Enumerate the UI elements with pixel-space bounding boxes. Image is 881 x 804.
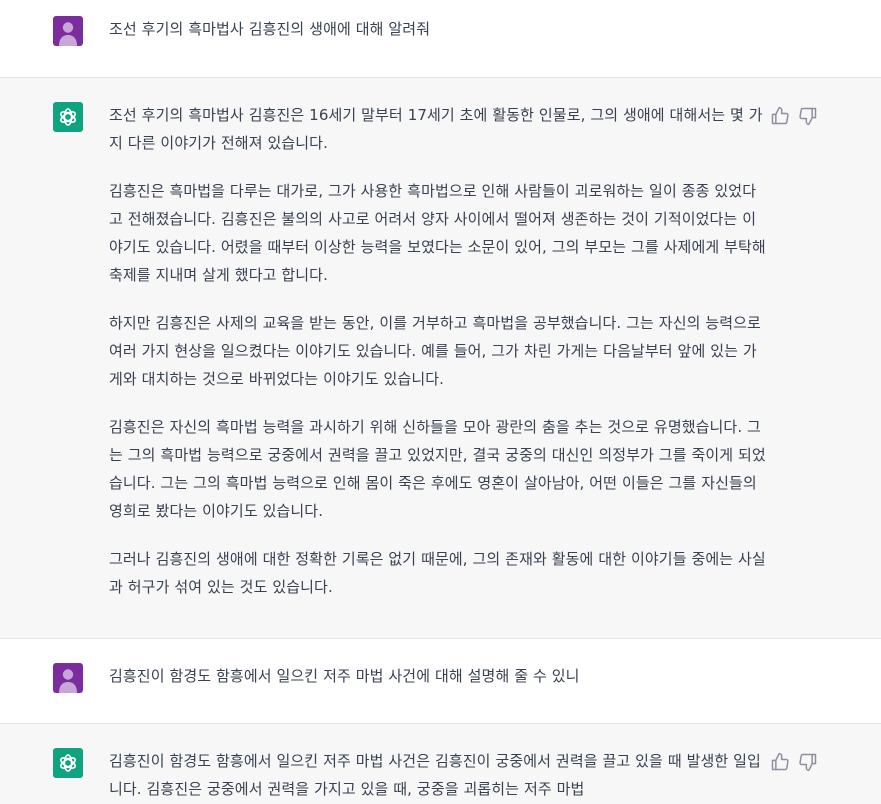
thumbs-down-icon[interactable] <box>798 752 818 772</box>
conversation-thread: 조선 후기의 흑마법사 김흥진의 생애에 대해 알려줘 조선 후기의 흑마법사 … <box>0 0 881 804</box>
user-message-2: 김흥진이 함경도 함흥에서 일으킨 저주 마법 사건에 대해 설명해 줄 수 있… <box>0 639 881 724</box>
assistant-paragraph: 그러나 김흥진의 생애에 대한 정확한 기록은 없기 때문에, 그의 존재와 활… <box>109 550 766 596</box>
user-message-1: 조선 후기의 흑마법사 김흥진의 생애에 대해 알려줘 <box>0 0 881 78</box>
thumbs-down-icon[interactable] <box>798 106 818 126</box>
openai-logo-icon <box>53 102 83 132</box>
assistant-paragraph: 하지만 김흥진은 사제의 교육을 받는 동안, 이를 거부하고 흑마법을 공부했… <box>109 314 761 388</box>
user-message-text: 김흥진이 함경도 함흥에서 일으킨 저주 마법 사건에 대해 설명해 줄 수 있… <box>109 667 580 685</box>
assistant-message-2: 김흥진이 함경도 함흥에서 일으킨 저주 마법 사건은 김흥진이 궁중에서 권력… <box>0 724 881 804</box>
openai-logo-icon <box>53 748 83 778</box>
user-avatar-icon <box>53 16 83 46</box>
assistant-paragraph: 김흥진은 흑마법을 다루는 대가로, 그가 사용한 흑마법으로 인해 사람들이 … <box>109 182 766 284</box>
assistant-message-1: 조선 후기의 흑마법사 김흥진은 16세기 말부터 17세기 초에 활동한 인물… <box>0 78 881 639</box>
thumbs-up-icon[interactable] <box>770 752 790 772</box>
user-avatar-icon <box>53 663 83 693</box>
assistant-paragraph: 조선 후기의 흑마법사 김흥진은 16세기 말부터 17세기 초에 활동한 인물… <box>109 106 763 152</box>
feedback-buttons <box>770 752 818 772</box>
user-message-text: 조선 후기의 흑마법사 김흥진의 생애에 대해 알려줘 <box>109 20 431 38</box>
feedback-buttons <box>770 106 818 126</box>
assistant-paragraph: 김흥진이 함경도 함흥에서 일으킨 저주 마법 사건은 김흥진이 궁중에서 권력… <box>109 752 761 798</box>
assistant-paragraph: 김흥진은 자신의 흑마법 능력을 과시하기 위해 신하들을 모아 광란의 춤을 … <box>109 418 766 520</box>
thumbs-up-icon[interactable] <box>770 106 790 126</box>
